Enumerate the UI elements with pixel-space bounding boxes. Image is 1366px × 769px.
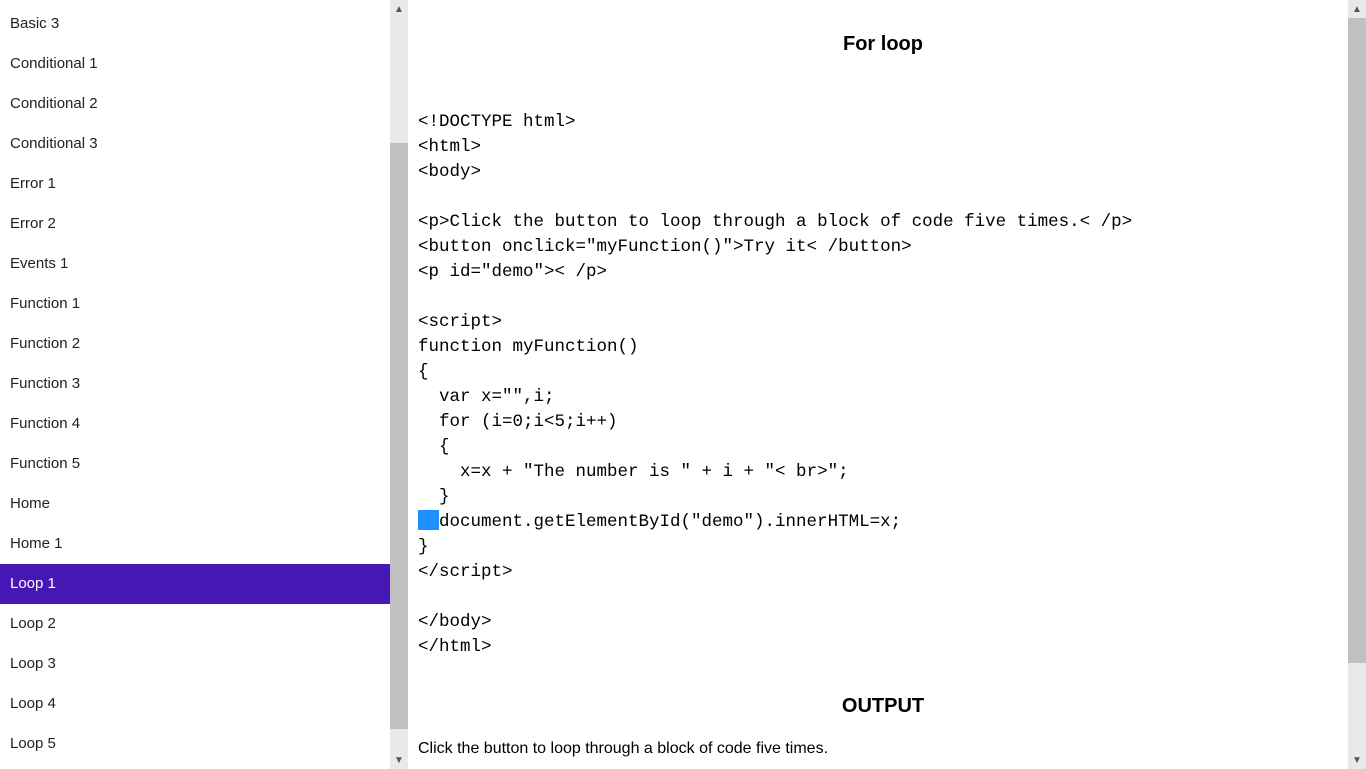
sidebar-item[interactable]: Home [0,484,390,524]
scroll-down-icon[interactable]: ▼ [1348,751,1366,769]
sidebar-item[interactable]: Error 1 [0,164,390,204]
sidebar-item[interactable]: Loop 5 [0,724,390,764]
sidebar-item[interactable]: Function 5 [0,444,390,484]
sidebar-item[interactable]: Loop 1 [0,564,390,604]
code-line: <p id="demo">< /p> [418,260,1348,285]
sidebar-item[interactable]: Function 4 [0,404,390,444]
code-line: </body> [418,610,1348,635]
code-block: <!DOCTYPE html><html><body> <p>Click the… [418,110,1348,660]
code-line: <p>Click the button to loop through a bl… [418,210,1348,235]
code-line: <body> [418,160,1348,185]
code-line: x=x + "The number is " + i + "< br>"; [418,460,1348,485]
content-panel: For loop <!DOCTYPE html><html><body> <p>… [408,0,1366,769]
sidebar-scroll-thumb[interactable] [390,143,408,729]
code-line: document.getElementById("demo").innerHTM… [418,510,1348,535]
code-line: </html> [418,635,1348,660]
highlight-marker-icon [418,510,439,530]
code-line: { [418,360,1348,385]
code-line: { [418,435,1348,460]
sidebar-item[interactable]: Function 2 [0,324,390,364]
code-line: } [418,535,1348,560]
code-line [418,585,1348,610]
sidebar-item[interactable]: Loop 4 [0,684,390,724]
sidebar-item[interactable]: Error 2 [0,204,390,244]
sidebar-scroll-track[interactable] [390,18,408,751]
code-line: <button onclick="myFunction()">Try it< /… [418,235,1348,260]
output-text: Click the button to loop through a block… [418,740,1348,758]
sidebar-list: Basic 3Conditional 1Conditional 2Conditi… [0,0,390,769]
page-title: For loop [418,33,1348,56]
code-line [418,185,1348,210]
sidebar-item[interactable]: Function 3 [0,364,390,404]
sidebar-item[interactable]: Home 1 [0,524,390,564]
sidebar-item[interactable]: Conditional 1 [0,44,390,84]
sidebar-item[interactable]: Conditional 2 [0,84,390,124]
code-line: </script> [418,560,1348,585]
code-line: <html> [418,135,1348,160]
code-line [418,285,1348,310]
code-line: function myFunction() [418,335,1348,360]
sidebar-panel: Basic 3Conditional 1Conditional 2Conditi… [0,0,408,769]
sidebar-item[interactable]: Loop 2 [0,604,390,644]
scroll-up-icon[interactable]: ▲ [1348,0,1366,18]
output-heading: OUTPUT [418,695,1348,718]
sidebar-item[interactable]: Conditional 3 [0,124,390,164]
content-scroll-thumb[interactable] [1348,18,1366,663]
content-scrollbar[interactable]: ▲ ▼ [1348,0,1366,769]
code-line: for (i=0;i<5;i++) [418,410,1348,435]
sidebar-scrollbar[interactable]: ▲ ▼ [390,0,408,769]
code-line: var x="",i; [418,385,1348,410]
code-line: <script> [418,310,1348,335]
code-line: <!DOCTYPE html> [418,110,1348,135]
scroll-up-icon[interactable]: ▲ [390,0,408,18]
scroll-down-icon[interactable]: ▼ [390,751,408,769]
sidebar-item[interactable]: Basic 3 [0,4,390,44]
sidebar-item[interactable]: Function 1 [0,284,390,324]
content-area: For loop <!DOCTYPE html><html><body> <p>… [408,0,1348,769]
code-line: } [418,485,1348,510]
sidebar-item[interactable]: Loop 3 [0,644,390,684]
content-scroll-track[interactable] [1348,18,1366,751]
sidebar-item[interactable]: Events 1 [0,244,390,284]
